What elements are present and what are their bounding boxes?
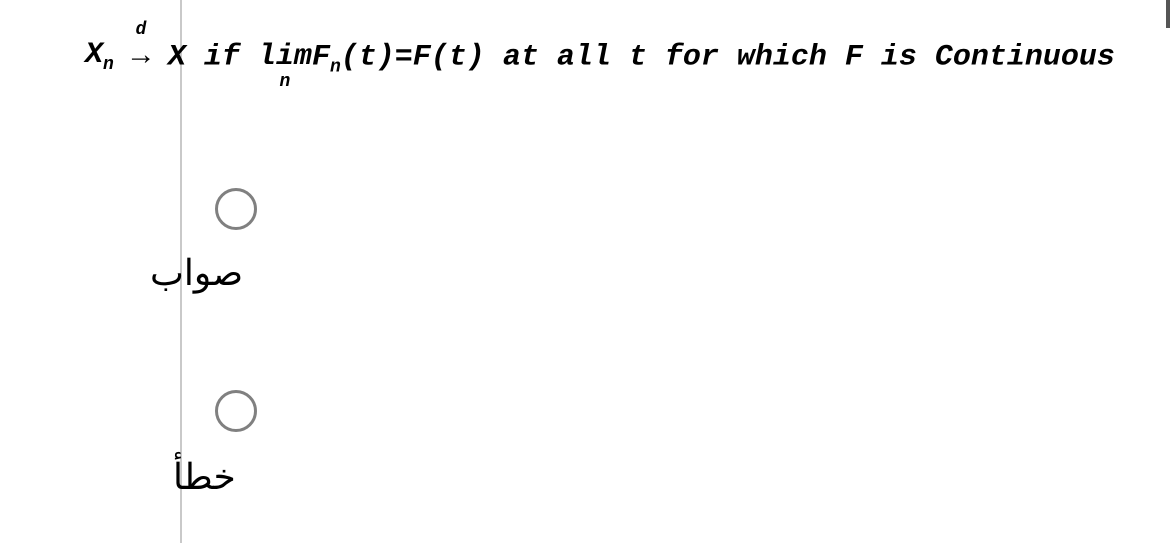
lim-text: lim — [258, 40, 312, 74]
fn-base: F — [312, 40, 330, 74]
tail-text: at all t for which F is Continuous — [485, 40, 1115, 74]
lim-block: lim n — [258, 40, 312, 74]
xn-subscript: n — [103, 55, 114, 75]
var-xn: Xn — [85, 38, 114, 75]
radio-option-false[interactable] — [215, 390, 257, 432]
ft: F(t) — [413, 40, 485, 74]
converges-arrow-group: d → — [132, 40, 150, 74]
quiz-container: Xn d → X if lim n Fn(t)=F(t) at all t fo… — [0, 0, 1170, 543]
lim-subscript-n: n — [258, 72, 312, 92]
fn-arg: (t) — [341, 40, 395, 74]
option-label-true: صواب — [150, 252, 243, 294]
xn-base: X — [85, 38, 103, 72]
option-label-false: خطأ — [173, 456, 236, 498]
if-text: if — [204, 40, 258, 74]
radio-option-true[interactable] — [215, 188, 257, 230]
var-x: X — [168, 40, 186, 74]
question-statement: Xn d → X if lim n Fn(t)=F(t) at all t fo… — [85, 38, 1115, 77]
fn-subscript: n — [330, 57, 341, 77]
equals-sign: = — [395, 40, 413, 74]
arrow-superscript-d: d — [132, 20, 150, 40]
arrow-icon: → — [132, 40, 150, 74]
scrollbar-fragment — [1166, 0, 1170, 28]
